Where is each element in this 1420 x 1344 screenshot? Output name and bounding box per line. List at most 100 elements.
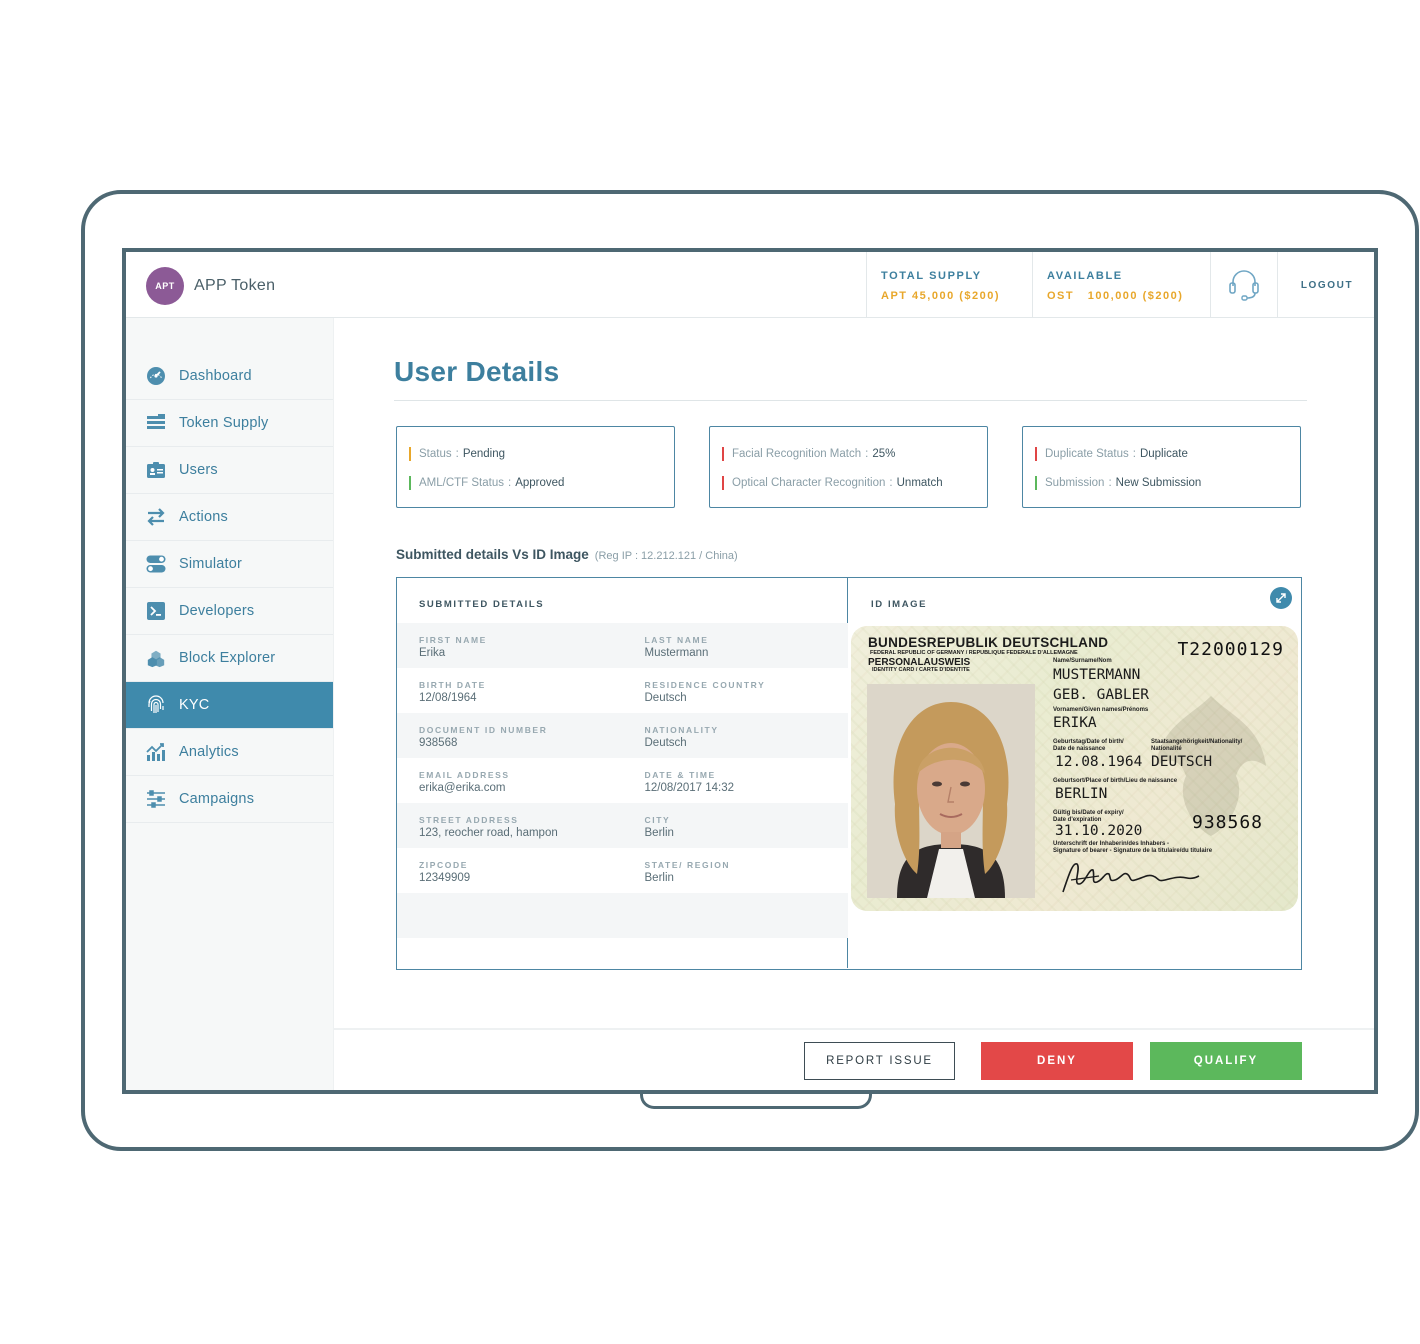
sidebar-item-label: Dashboard <box>179 368 252 384</box>
section-heading: Submitted details Vs ID Image (Reg IP : 1… <box>396 547 738 562</box>
field-value: 123, reocher road, hampon <box>419 827 558 839</box>
sidebar-item-label: Block Explorer <box>179 650 276 666</box>
id-pob-label: Geburtsort/Place of birth/Lieu de naissa… <box>1053 778 1178 784</box>
field-last-name: LAST NAME Mustermann <box>623 623 849 668</box>
blocks-icon <box>146 648 166 668</box>
field-value: Erika <box>419 647 446 659</box>
id-card-number: T22000129 <box>1177 639 1284 660</box>
qualify-button[interactable]: QUALIFY <box>1150 1042 1302 1080</box>
field-state-region: STATE/ REGION Berlin <box>623 848 849 893</box>
analytics-chart-icon <box>146 742 166 762</box>
sidebar-item-label: Analytics <box>179 744 239 760</box>
fingerprint-icon <box>146 695 166 715</box>
total-supply-value: APT 45,000 ($200) <box>881 290 1001 302</box>
sidebar-item-users[interactable]: Users <box>126 447 333 494</box>
field-value: Berlin <box>644 827 674 839</box>
id-doc-type-sub: IDENTITY CARD / CARTE D'IDENTITE <box>872 667 970 673</box>
field-date-time: DATE & TIME 12/08/2017 14:32 <box>623 758 849 803</box>
id-surname: MUSTERMANN <box>1053 667 1141 683</box>
id-signature-label: Unterschrift der Inhaberin/des Inhabers … <box>1053 841 1170 847</box>
sidebar-item-block-explorer[interactable]: Block Explorer <box>126 635 333 682</box>
id-given-label: Vornamen/Given names/Prénoms <box>1053 707 1149 713</box>
support-button[interactable] <box>1210 252 1277 318</box>
submission-row: Submission : New Submission <box>1035 476 1201 490</box>
field-first-name: FIRST NAME Erika <box>397 623 623 668</box>
sidebar-item-analytics[interactable]: Analytics <box>126 729 333 776</box>
id-dob-label-2: Date de naissance <box>1053 746 1106 752</box>
submitted-details-pane: SUBMITTED DETAILS FIRST NAME Erika LAST N… <box>397 578 848 968</box>
sidebar-item-simulator[interactable]: Simulator <box>126 541 333 588</box>
detail-row: DOCUMENT ID NUMBER 938568 NATIONALITY Deut… <box>397 713 848 758</box>
field-label: DOCUMENT ID NUMBER <box>419 725 548 735</box>
id-expiry-label: Gültig bis/Date of expiry/ <box>1053 810 1124 816</box>
comparison-panel: SUBMITTED DETAILS FIRST NAME Erika LAST N… <box>396 577 1302 970</box>
id-pob: BERLIN <box>1055 786 1108 802</box>
dashboard-gauge-icon <box>146 366 166 386</box>
available-label: AVAILABLE <box>1047 270 1123 282</box>
app-screen: APT APP Token TOTAL SUPPLY APT 45,000 ($… <box>122 248 1378 1094</box>
field-document-id: DOCUMENT ID NUMBER 938568 <box>397 713 623 758</box>
detail-row: EMAIL ADDRESS erika@erika.com DATE & TIME… <box>397 758 848 803</box>
headset-icon <box>1229 270 1259 301</box>
token-supply-icon <box>146 413 166 433</box>
sidebar: Dashboard Token Supply Users Actions Sim… <box>126 318 334 1090</box>
field-label: EMAIL ADDRESS <box>419 770 510 780</box>
status-indicator <box>409 447 411 461</box>
sidebar-item-dashboard[interactable]: Dashboard <box>126 353 333 400</box>
id-dob: 12.08.1964 <box>1055 754 1143 770</box>
aml-status-value: Approved <box>515 477 565 489</box>
field-zipcode: ZIPCODE 12349909 <box>397 848 623 893</box>
toggle-icon <box>146 554 166 574</box>
field-value: Mustermann <box>644 647 709 659</box>
total-supply-label: TOTAL SUPPLY <box>881 270 982 282</box>
total-supply-panel: TOTAL SUPPLY APT 45,000 ($200) <box>866 252 1032 318</box>
ocr-key: Optical Character Recognition <box>732 477 886 489</box>
field-label: STATE/ REGION <box>644 860 731 870</box>
field-street-address: STREET ADDRESS 123, reocher road, hampon <box>397 803 623 848</box>
field-value: 938568 <box>419 737 458 749</box>
id-nationality-label-2: Nationalité <box>1151 746 1182 752</box>
sidebar-item-campaigns[interactable]: Campaigns <box>126 776 333 823</box>
facial-match-key: Facial Recognition Match <box>732 448 862 460</box>
expand-arrows-icon <box>1276 593 1286 603</box>
status-row: Status : Pending <box>409 447 505 461</box>
sidebar-item-label: Token Supply <box>179 415 269 431</box>
laptop-notch <box>640 1094 872 1109</box>
submission-key: Submission <box>1045 477 1105 489</box>
facial-match-row: Facial Recognition Match : 25% <box>722 447 895 461</box>
field-value: Deutsch <box>644 737 687 749</box>
sidebar-item-label: KYC <box>179 697 210 713</box>
details-list: FIRST NAME Erika LAST NAME Mustermann BIRT… <box>397 623 848 938</box>
separator: : <box>508 477 512 489</box>
separator: : <box>889 477 893 489</box>
field-label: NATIONALITY <box>644 725 719 735</box>
expand-image-button[interactable] <box>1270 587 1292 609</box>
id-card-image: BUNDESREPUBLIK DEUTSCHLAND FEDERAL REPUB… <box>851 626 1298 911</box>
field-label: FIRST NAME <box>419 635 487 645</box>
id-birth-name: GEB. GABLER <box>1053 687 1150 703</box>
field-label: CITY <box>644 815 671 825</box>
report-issue-button[interactable]: REPORT ISSUE <box>804 1042 955 1080</box>
sidebar-item-label: Actions <box>179 509 228 525</box>
logout-label: LOGOUT <box>1300 279 1354 291</box>
sidebar-item-actions[interactable]: Actions <box>126 494 333 541</box>
field-birth-date: BIRTH DATE 12/08/1964 <box>397 668 623 713</box>
field-nationality: NATIONALITY Deutsch <box>623 713 849 758</box>
deny-button[interactable]: DENY <box>981 1042 1133 1080</box>
ocr-row: Optical Character Recognition : Unmatch <box>722 476 943 490</box>
logout-button[interactable]: LOGOUT <box>1277 252 1374 318</box>
sidebar-item-developers[interactable]: Developers <box>126 588 333 635</box>
duplicate-card: Duplicate Status : Duplicate Submission … <box>1022 426 1301 508</box>
status-indicator <box>1035 476 1037 490</box>
field-label: ZIPCODE <box>419 860 468 870</box>
id-given-names: ERIKA <box>1053 715 1097 731</box>
brand[interactable]: APT APP Token <box>146 267 275 305</box>
terminal-icon <box>146 601 166 621</box>
sidebar-item-token-supply[interactable]: Token Supply <box>126 400 333 447</box>
users-id-card-icon <box>146 460 166 480</box>
title-divider <box>394 400 1307 401</box>
field-value: 12/08/2017 14:32 <box>644 782 735 794</box>
duplicate-value: Duplicate <box>1139 448 1188 460</box>
field-city: CITY Berlin <box>623 803 849 848</box>
sidebar-item-kyc[interactable]: KYC <box>126 682 333 729</box>
